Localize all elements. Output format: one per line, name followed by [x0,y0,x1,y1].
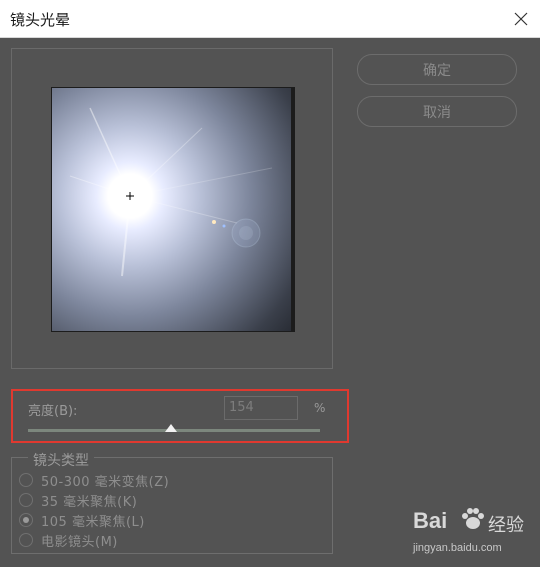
lens-type-legend: 镜头类型 [28,450,94,470]
lens-type-group: 镜头类型 50-300 毫米变焦(Z) 35 毫米聚焦(K) 105 毫米聚焦(… [11,450,333,554]
paw-icon [462,508,484,529]
radio-dot [23,517,29,523]
radio-button[interactable] [19,473,33,487]
title-bar: 镜头光晕 [0,0,540,38]
brightness-section: 亮度(B): 154 % [11,389,349,443]
lens-option-35mm[interactable]: 35 毫米聚焦(K) [19,491,138,510]
lens-option-movie[interactable]: 电影镜头(M) [19,531,118,550]
brightness-unit: % [314,401,326,415]
lens-option-zoom[interactable]: 50-300 毫米变焦(Z) [19,471,170,490]
cancel-button[interactable]: 取消 [357,96,517,127]
window-title: 镜头光晕 [10,11,71,29]
close-icon [514,12,528,26]
lens-flare-dialog: 确定 取消 亮度(B): 154 % 镜头类型 50-300 毫米变焦(Z) 3… [0,38,540,567]
watermark-brand: 经验 [488,515,524,536]
close-button[interactable] [502,0,540,38]
brightness-slider[interactable] [28,424,320,432]
lens-option-105mm[interactable]: 105 毫米聚焦(L) [19,511,145,530]
preview-panel [11,48,333,369]
ok-button[interactable]: 确定 [357,54,517,85]
brightness-label: 亮度(B): [28,404,78,419]
watermark-logo-text: Bai [413,508,448,533]
radio-button[interactable] [19,513,33,527]
lens-option-label: 50-300 毫米变焦(Z) [41,474,170,490]
brightness-slider-thumb[interactable] [165,424,178,432]
watermark-url: jingyan.baidu.com [413,542,502,554]
radio-button[interactable] [19,493,33,507]
brightness-input[interactable]: 154 [224,396,298,420]
lens-option-label: 105 毫米聚焦(L) [41,514,145,530]
lens-option-label: 35 毫米聚焦(K) [41,494,138,510]
radio-button[interactable] [19,533,33,547]
lens-option-label: 电影镜头(M) [41,534,118,550]
flare-preview-image[interactable] [51,87,295,332]
baidu-jingyan-watermark: Bai 经验 jingyan.baidu.com [413,506,540,567]
